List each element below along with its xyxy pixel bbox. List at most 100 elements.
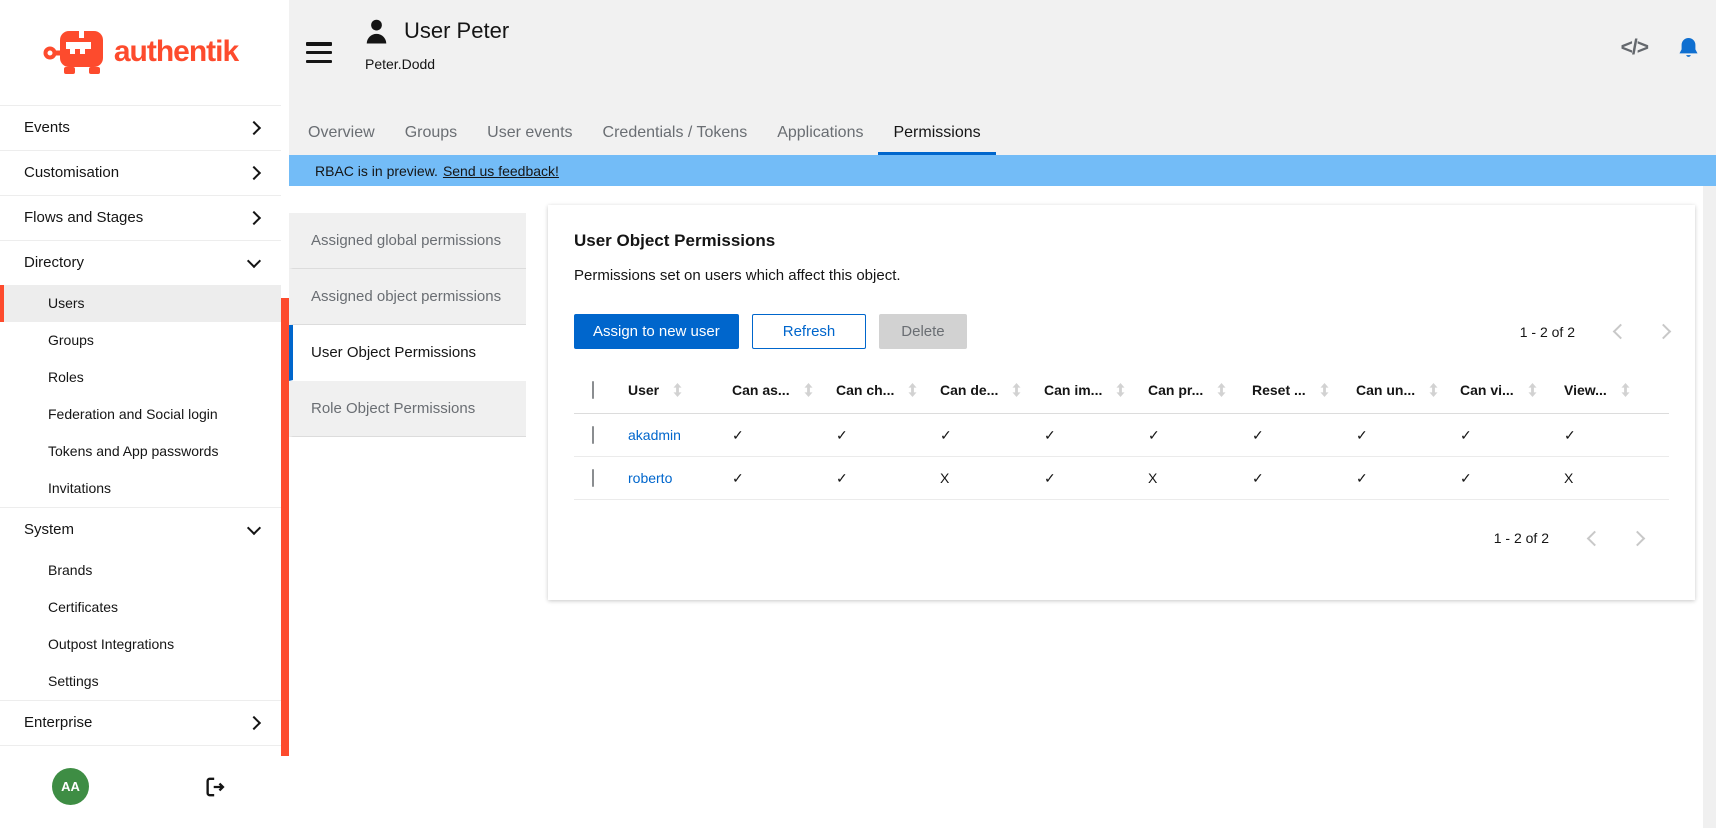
permission-mark: ✓ bbox=[1252, 470, 1356, 487]
sort-icon[interactable] bbox=[1115, 383, 1126, 397]
user-link[interactable]: roberto bbox=[628, 470, 672, 486]
sidebar-item-label: Customisation bbox=[24, 164, 119, 181]
sort-icon[interactable] bbox=[1527, 383, 1538, 397]
permission-mark: ✓ bbox=[1460, 427, 1564, 444]
sidebar-item-directory[interactable]: Directory bbox=[0, 241, 281, 285]
subtab-role-object-permissions[interactable]: Role Object Permissions bbox=[289, 381, 526, 437]
user-icon bbox=[365, 19, 388, 44]
column-header: Can un... bbox=[1356, 382, 1415, 398]
sidebar-item-certificates[interactable]: Certificates bbox=[0, 589, 281, 626]
permission-mark: X bbox=[1564, 470, 1668, 486]
sidebar-item-label: Roles bbox=[48, 369, 84, 385]
sidebar-item-label: Brands bbox=[48, 562, 92, 578]
app-root: authentik Events Customisation Flows and… bbox=[0, 0, 1716, 828]
permission-mark: ✓ bbox=[1252, 427, 1356, 444]
chevron-right-icon bbox=[247, 166, 261, 180]
subtab-label: User Object Permissions bbox=[311, 344, 476, 361]
sidebar-item-label: Tokens and App passwords bbox=[48, 443, 218, 459]
pager-next-button[interactable] bbox=[1630, 530, 1646, 546]
delete-button: Delete bbox=[879, 314, 966, 349]
permission-mark: X bbox=[1148, 470, 1252, 486]
user-link[interactable]: akadmin bbox=[628, 427, 681, 443]
card-description: Permissions set on users which affect th… bbox=[574, 267, 1669, 284]
refresh-button[interactable]: Refresh bbox=[752, 314, 867, 349]
permission-mark: ✓ bbox=[1460, 470, 1564, 487]
tab-label: Groups bbox=[405, 124, 457, 142]
permission-mark: ✓ bbox=[940, 427, 1044, 444]
feedback-link[interactable]: Send us feedback! bbox=[443, 163, 559, 179]
sidebar-item-enterprise[interactable]: Enterprise bbox=[0, 701, 281, 745]
sidebar-scrollbar-thumb[interactable] bbox=[281, 298, 289, 756]
table-header-row: User Can as... Can ch... Can de... Can i… bbox=[574, 367, 1669, 414]
pager-next-button[interactable] bbox=[1656, 324, 1672, 340]
tab-credentials-tokens[interactable]: Credentials / Tokens bbox=[588, 110, 763, 155]
sidebar-item-groups[interactable]: Groups bbox=[0, 322, 281, 359]
sidebar-item-settings[interactable]: Settings bbox=[0, 663, 281, 700]
sort-icon[interactable] bbox=[672, 383, 683, 397]
pagination-top: 1 - 2 of 2 bbox=[1520, 324, 1669, 340]
sort-icon[interactable] bbox=[1620, 383, 1631, 397]
row-checkbox[interactable] bbox=[592, 469, 594, 487]
sign-out-icon[interactable] bbox=[205, 777, 227, 797]
authentik-logo-icon bbox=[43, 29, 105, 75]
sort-icon[interactable] bbox=[1428, 383, 1439, 397]
sidebar-item-label: Federation and Social login bbox=[48, 406, 218, 422]
permission-mark: ✓ bbox=[1356, 470, 1460, 487]
header-icons: </> bbox=[1621, 36, 1700, 60]
tab-applications[interactable]: Applications bbox=[762, 110, 878, 155]
sort-icon[interactable] bbox=[907, 383, 918, 397]
tab-overview[interactable]: Overview bbox=[293, 110, 390, 155]
tab-label: Credentials / Tokens bbox=[603, 124, 748, 142]
sidebar-item-federation-social-login[interactable]: Federation and Social login bbox=[0, 396, 281, 433]
sidebar-item-label: Groups bbox=[48, 332, 94, 348]
avatar[interactable]: AA bbox=[52, 768, 89, 805]
sidebar-item-system[interactable]: System bbox=[0, 508, 281, 552]
permission-mark: ✓ bbox=[1044, 427, 1148, 444]
main-header: User Peter Peter.Dodd </> bbox=[289, 0, 1716, 110]
sidebar-item-label: Settings bbox=[48, 673, 99, 689]
chevron-down-icon bbox=[247, 521, 261, 535]
sidebar-item-outpost-integrations[interactable]: Outpost Integrations bbox=[0, 626, 281, 663]
authentik-logo: authentik bbox=[0, 0, 281, 106]
tab-permissions[interactable]: Permissions bbox=[878, 110, 995, 155]
notification-bell-icon[interactable] bbox=[1677, 36, 1700, 60]
menu-toggle-button[interactable] bbox=[306, 42, 332, 63]
permission-mark: ✓ bbox=[732, 427, 836, 444]
sort-icon[interactable] bbox=[803, 383, 814, 397]
sidebar-item-tokens-app-passwords[interactable]: Tokens and App passwords bbox=[0, 433, 281, 470]
permission-subtabs: Assigned global permissions Assigned obj… bbox=[289, 213, 526, 437]
sidebar-item-events[interactable]: Events bbox=[0, 106, 281, 151]
row-checkbox[interactable] bbox=[592, 426, 594, 444]
sort-icon[interactable] bbox=[1216, 383, 1227, 397]
sort-icon[interactable] bbox=[1011, 383, 1022, 397]
sidebar-item-roles[interactable]: Roles bbox=[0, 359, 281, 396]
subtab-user-object-permissions[interactable]: User Object Permissions bbox=[289, 325, 526, 381]
tab-user-events[interactable]: User events bbox=[472, 110, 587, 155]
api-code-icon[interactable]: </> bbox=[1621, 36, 1648, 60]
pager-prev-button[interactable] bbox=[1587, 530, 1603, 546]
sidebar-item-customisation[interactable]: Customisation bbox=[0, 151, 281, 196]
sidebar-item-label: Invitations bbox=[48, 480, 111, 496]
assign-to-new-user-button[interactable]: Assign to new user bbox=[574, 314, 739, 349]
subtab-assigned-global-permissions[interactable]: Assigned global permissions bbox=[289, 213, 526, 269]
sidebar-item-users[interactable]: Users bbox=[0, 285, 281, 322]
sidebar-item-label: Outpost Integrations bbox=[48, 636, 174, 652]
tab-label: Overview bbox=[308, 124, 375, 142]
sidebar-item-brands[interactable]: Brands bbox=[0, 552, 281, 589]
sidebar-item-invitations[interactable]: Invitations bbox=[0, 470, 281, 507]
permission-mark: ✓ bbox=[1044, 470, 1148, 487]
permission-mark: X bbox=[940, 470, 1044, 486]
sidebar-nav: Events Customisation Flows and Stages Di… bbox=[0, 106, 281, 745]
table-row: akadmin ✓ ✓ ✓ ✓ ✓ ✓ ✓ ✓ ✓ bbox=[574, 414, 1669, 457]
content-scrollbar[interactable] bbox=[1703, 186, 1716, 828]
pager-prev-button[interactable] bbox=[1613, 324, 1629, 340]
select-all-checkbox[interactable] bbox=[592, 381, 594, 399]
sidebar-item-flows-and-stages[interactable]: Flows and Stages bbox=[0, 196, 281, 241]
sort-icon[interactable] bbox=[1319, 383, 1330, 397]
subtab-label: Role Object Permissions bbox=[311, 400, 475, 417]
column-header: Reset ... bbox=[1252, 382, 1306, 398]
sidebar-scrollbar[interactable] bbox=[281, 0, 289, 828]
tab-groups[interactable]: Groups bbox=[390, 110, 472, 155]
toolbar: Assign to new user Refresh Delete 1 - 2 … bbox=[574, 314, 1669, 349]
subtab-assigned-object-permissions[interactable]: Assigned object permissions bbox=[289, 269, 526, 325]
